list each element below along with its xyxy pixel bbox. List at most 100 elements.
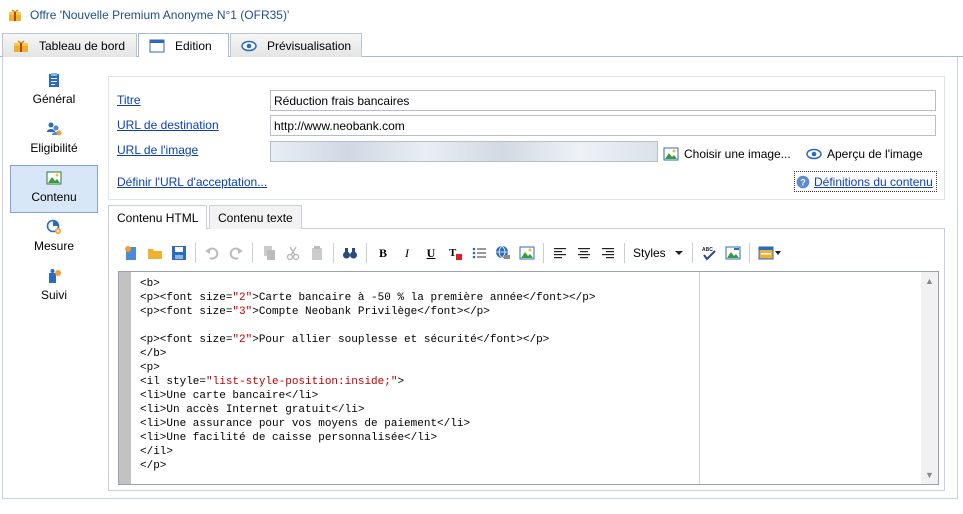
vertical-scrollbar[interactable]: ▲ ▼ <box>921 272 938 484</box>
image-editor-button[interactable] <box>721 241 745 265</box>
title-label[interactable]: Titre <box>117 93 141 107</box>
insert-image-button[interactable] <box>515 241 539 265</box>
code-line: <li>Une facilité de caisse personnalisée… <box>140 432 438 444</box>
toolbar-separator <box>691 243 693 263</box>
undo-button[interactable] <box>200 241 224 265</box>
code-line: <il style="list-style-position:inside;"> <box>140 376 405 388</box>
tab-preview-label: Prévisualisation <box>267 38 352 53</box>
accept-url-link[interactable]: Définir l'URL d'acceptation... <box>117 175 267 189</box>
folder-icon <box>148 249 162 259</box>
tab-dashboard[interactable]: Tableau de bord <box>2 33 137 57</box>
toolbar-separator <box>624 243 625 263</box>
edit-window-icon <box>149 39 165 53</box>
content-definitions-label: Définitions du contenu <box>814 174 933 189</box>
editor-gutter <box>119 272 131 484</box>
italic-icon: I <box>405 245 409 260</box>
globe-link-icon <box>496 245 510 259</box>
sidebar-item-tracking-label: Suivi <box>40 288 67 302</box>
bold-button[interactable]: B <box>371 241 395 265</box>
sidebar-item-general-label: Général <box>32 92 76 106</box>
paste-icon <box>312 246 322 260</box>
align-left-button[interactable] <box>548 241 572 265</box>
users-icon <box>47 122 62 136</box>
html-source-text[interactable]: <b> <p><font size="2">Carte bancaire à -5… <box>140 277 596 473</box>
undo-icon <box>205 247 219 260</box>
content-definitions-link[interactable]: ? Définitions du contenu <box>794 171 937 192</box>
save-button[interactable] <box>167 241 191 265</box>
toolbar-separator <box>252 243 253 263</box>
sidebar-item-content-label: Contenu <box>31 190 77 204</box>
bullet-list-button[interactable] <box>467 241 491 265</box>
content-icon <box>46 171 62 185</box>
underline-button[interactable]: U <box>419 241 443 265</box>
sidebar-item-content[interactable]: Contenu <box>10 165 98 213</box>
sidebar-item-general[interactable]: Général <box>10 68 98 116</box>
title-input[interactable] <box>270 90 936 111</box>
text-color-button[interactable]: T <box>443 241 467 265</box>
image-icon <box>519 246 535 260</box>
toolbar-separator <box>543 243 544 263</box>
spell-check-button[interactable]: ABC <box>697 241 721 265</box>
paste-button[interactable] <box>305 241 329 265</box>
dest-url-input[interactable] <box>270 115 936 136</box>
align-center-icon <box>578 248 590 259</box>
dest-url-label[interactable]: URL de destination <box>117 118 219 132</box>
tab-edition[interactable]: Edition <box>138 33 229 58</box>
preview-image-button[interactable]: Aperçu de l'image <box>806 147 923 161</box>
copy-button[interactable] <box>257 241 281 265</box>
editor-toolbar: B I U T Styles ABC <box>119 240 939 266</box>
choose-image-button[interactable]: Choisir une image... <box>663 147 791 161</box>
preview-image-label: Aperçu de l'image <box>827 147 923 161</box>
personalization-dropdown[interactable] <box>754 241 786 265</box>
measure-icon <box>46 219 61 234</box>
copy-icon <box>264 246 275 260</box>
sidebar-item-eligibility[interactable]: Eligibilité <box>10 117 98 165</box>
image-url-label[interactable]: URL de l'image <box>117 143 198 157</box>
find-button[interactable] <box>338 241 362 265</box>
editor-pane-divider[interactable] <box>699 272 700 484</box>
image-url-input[interactable] <box>270 141 658 162</box>
gift-icon <box>9 9 21 21</box>
align-center-button[interactable] <box>572 241 596 265</box>
align-right-button[interactable] <box>596 241 620 265</box>
align-right-icon <box>602 248 614 259</box>
cut-button[interactable] <box>281 241 305 265</box>
sidebar-item-tracking[interactable]: Suivi <box>10 264 98 312</box>
toolbar-separator <box>748 243 750 263</box>
window-title: Offre 'Nouvelle Premium Anonyme N°1 (OFR… <box>30 8 290 22</box>
toolbar-separator <box>333 243 334 263</box>
bullet-list-icon <box>472 247 486 259</box>
help-icon: ? <box>796 175 810 188</box>
sidebar-item-measure-label: Mesure <box>33 239 74 253</box>
tab-html-content[interactable]: Contenu HTML <box>108 205 208 230</box>
dashboard-icon <box>14 40 28 52</box>
code-line: <li>Un accès Internet gratuit</li> <box>140 404 365 416</box>
scroll-up-icon[interactable]: ▲ <box>925 276 934 286</box>
tab-text-content-label: Contenu texte <box>218 210 293 225</box>
redo-icon <box>229 247 243 260</box>
styles-dropdown[interactable]: Styles <box>629 242 688 264</box>
save-icon <box>172 246 186 260</box>
scroll-down-icon[interactable]: ▼ <box>925 470 934 480</box>
new-document-icon <box>125 246 136 260</box>
text-color-icon: T <box>449 247 462 260</box>
main-tabs: Tableau de bord Edition Prévisualisation <box>0 33 963 58</box>
code-line: </il> <box>140 446 174 458</box>
personalization-icon <box>758 246 781 260</box>
tracking-icon <box>49 269 61 283</box>
svg-text:T: T <box>449 247 457 259</box>
open-button[interactable] <box>143 241 167 265</box>
sidebar-item-measure[interactable]: Mesure <box>10 215 98 263</box>
tab-text-content[interactable]: Contenu texte <box>209 205 302 229</box>
eye-icon <box>241 40 257 51</box>
new-document-button[interactable] <box>119 241 143 265</box>
toolbar-separator <box>366 243 367 263</box>
redo-button[interactable] <box>224 241 248 265</box>
insert-link-button[interactable] <box>491 241 515 265</box>
tab-preview[interactable]: Prévisualisation <box>230 33 362 57</box>
toolbar-separator <box>195 243 196 263</box>
content-tabs: Contenu HTML Contenu texte <box>108 205 945 230</box>
binoculars-icon <box>343 248 357 259</box>
italic-button[interactable]: I <box>395 241 419 265</box>
html-code-editor[interactable]: <b> <p><font size="2">Carte bancaire à -5… <box>118 271 939 485</box>
